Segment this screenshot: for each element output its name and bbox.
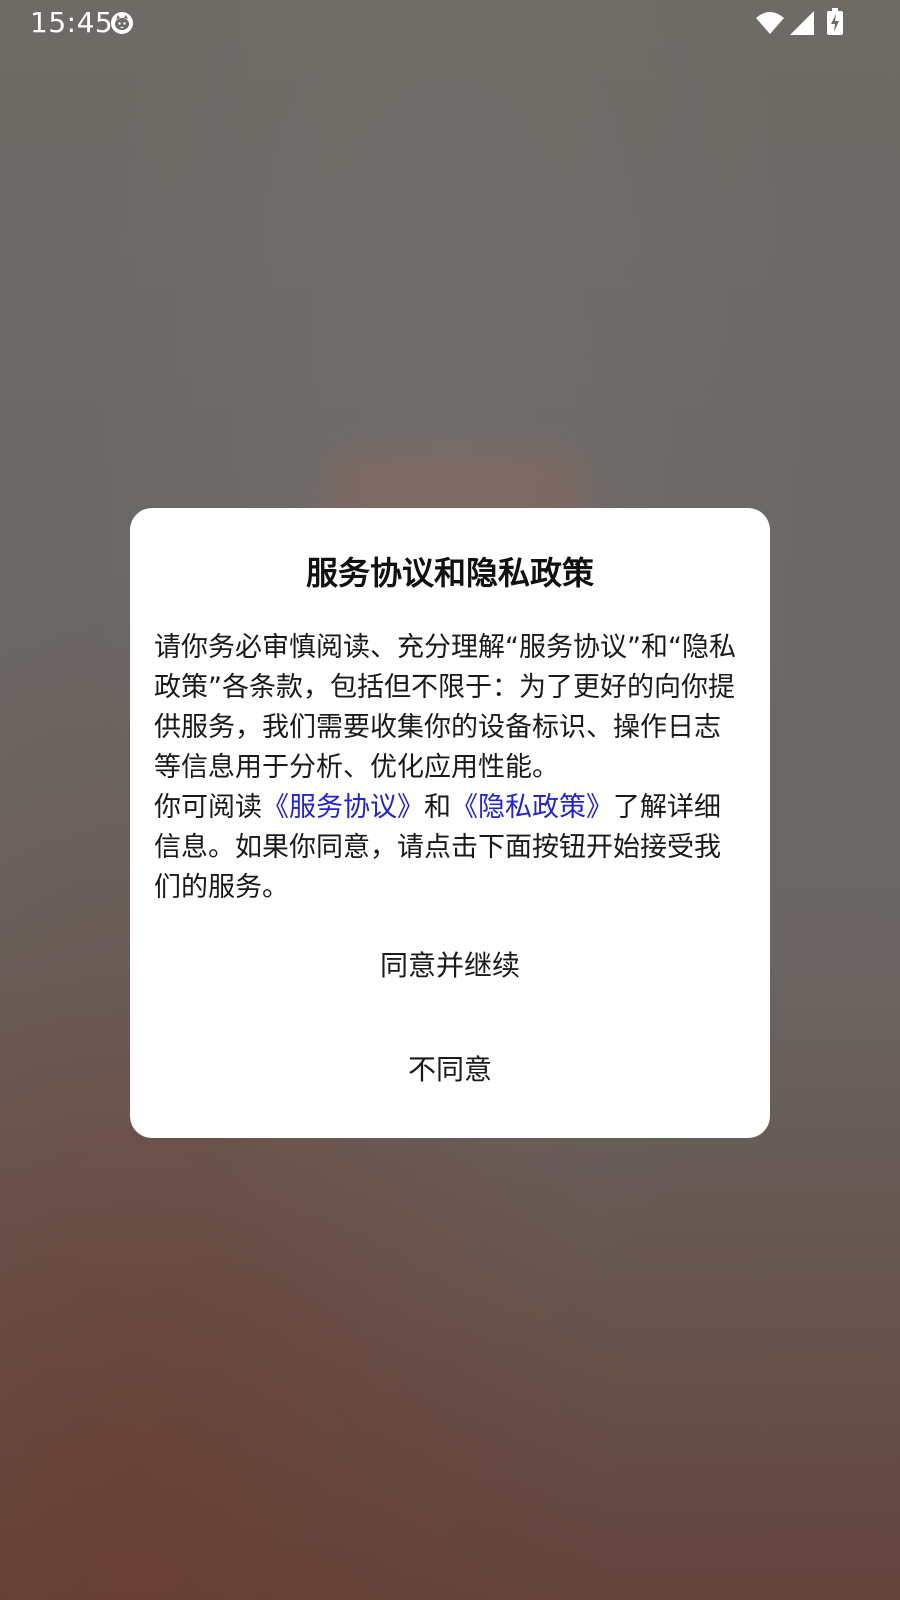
cellular-signal-icon bbox=[790, 11, 814, 35]
dialog-paragraph-1: 请你务必审慎阅读、充分理解“服务协议”和“隐私政策”各条款，包括但不限于：为了更… bbox=[154, 632, 736, 783]
wifi-icon bbox=[756, 12, 784, 34]
battery-charging-icon bbox=[827, 8, 843, 35]
status-bar: 15:45 bbox=[0, 0, 900, 46]
agree-and-continue-button[interactable]: 同意并继续 bbox=[130, 926, 770, 1006]
dialog-title: 服务协议和隐私政策 bbox=[305, 554, 594, 592]
service-agreement-link[interactable]: 《服务协议》 bbox=[262, 792, 424, 823]
privacy-policy-link[interactable]: 《隐私政策》 bbox=[451, 792, 613, 823]
privacy-dialog: 服务协议和隐私政策 请你务必审慎阅读、充分理解“服务协议”和“隐私政策”各条款，… bbox=[130, 508, 770, 1138]
status-time: 15:45 bbox=[30, 6, 114, 39]
disagree-button[interactable]: 不同意 bbox=[130, 1030, 770, 1110]
paragraph-2-prefix: 你可阅读 bbox=[154, 792, 262, 823]
dialog-paragraph-2: 你可阅读《服务协议》和《隐私政策》了解详细信息。如果你同意，请点击下面按钮开始接… bbox=[154, 788, 746, 908]
paragraph-2-and: 和 bbox=[424, 792, 451, 823]
cat-notification-icon bbox=[111, 12, 133, 34]
dialog-body: 请你务必审慎阅读、充分理解“服务协议”和“隐私政策”各条款，包括但不限于：为了更… bbox=[154, 628, 746, 908]
